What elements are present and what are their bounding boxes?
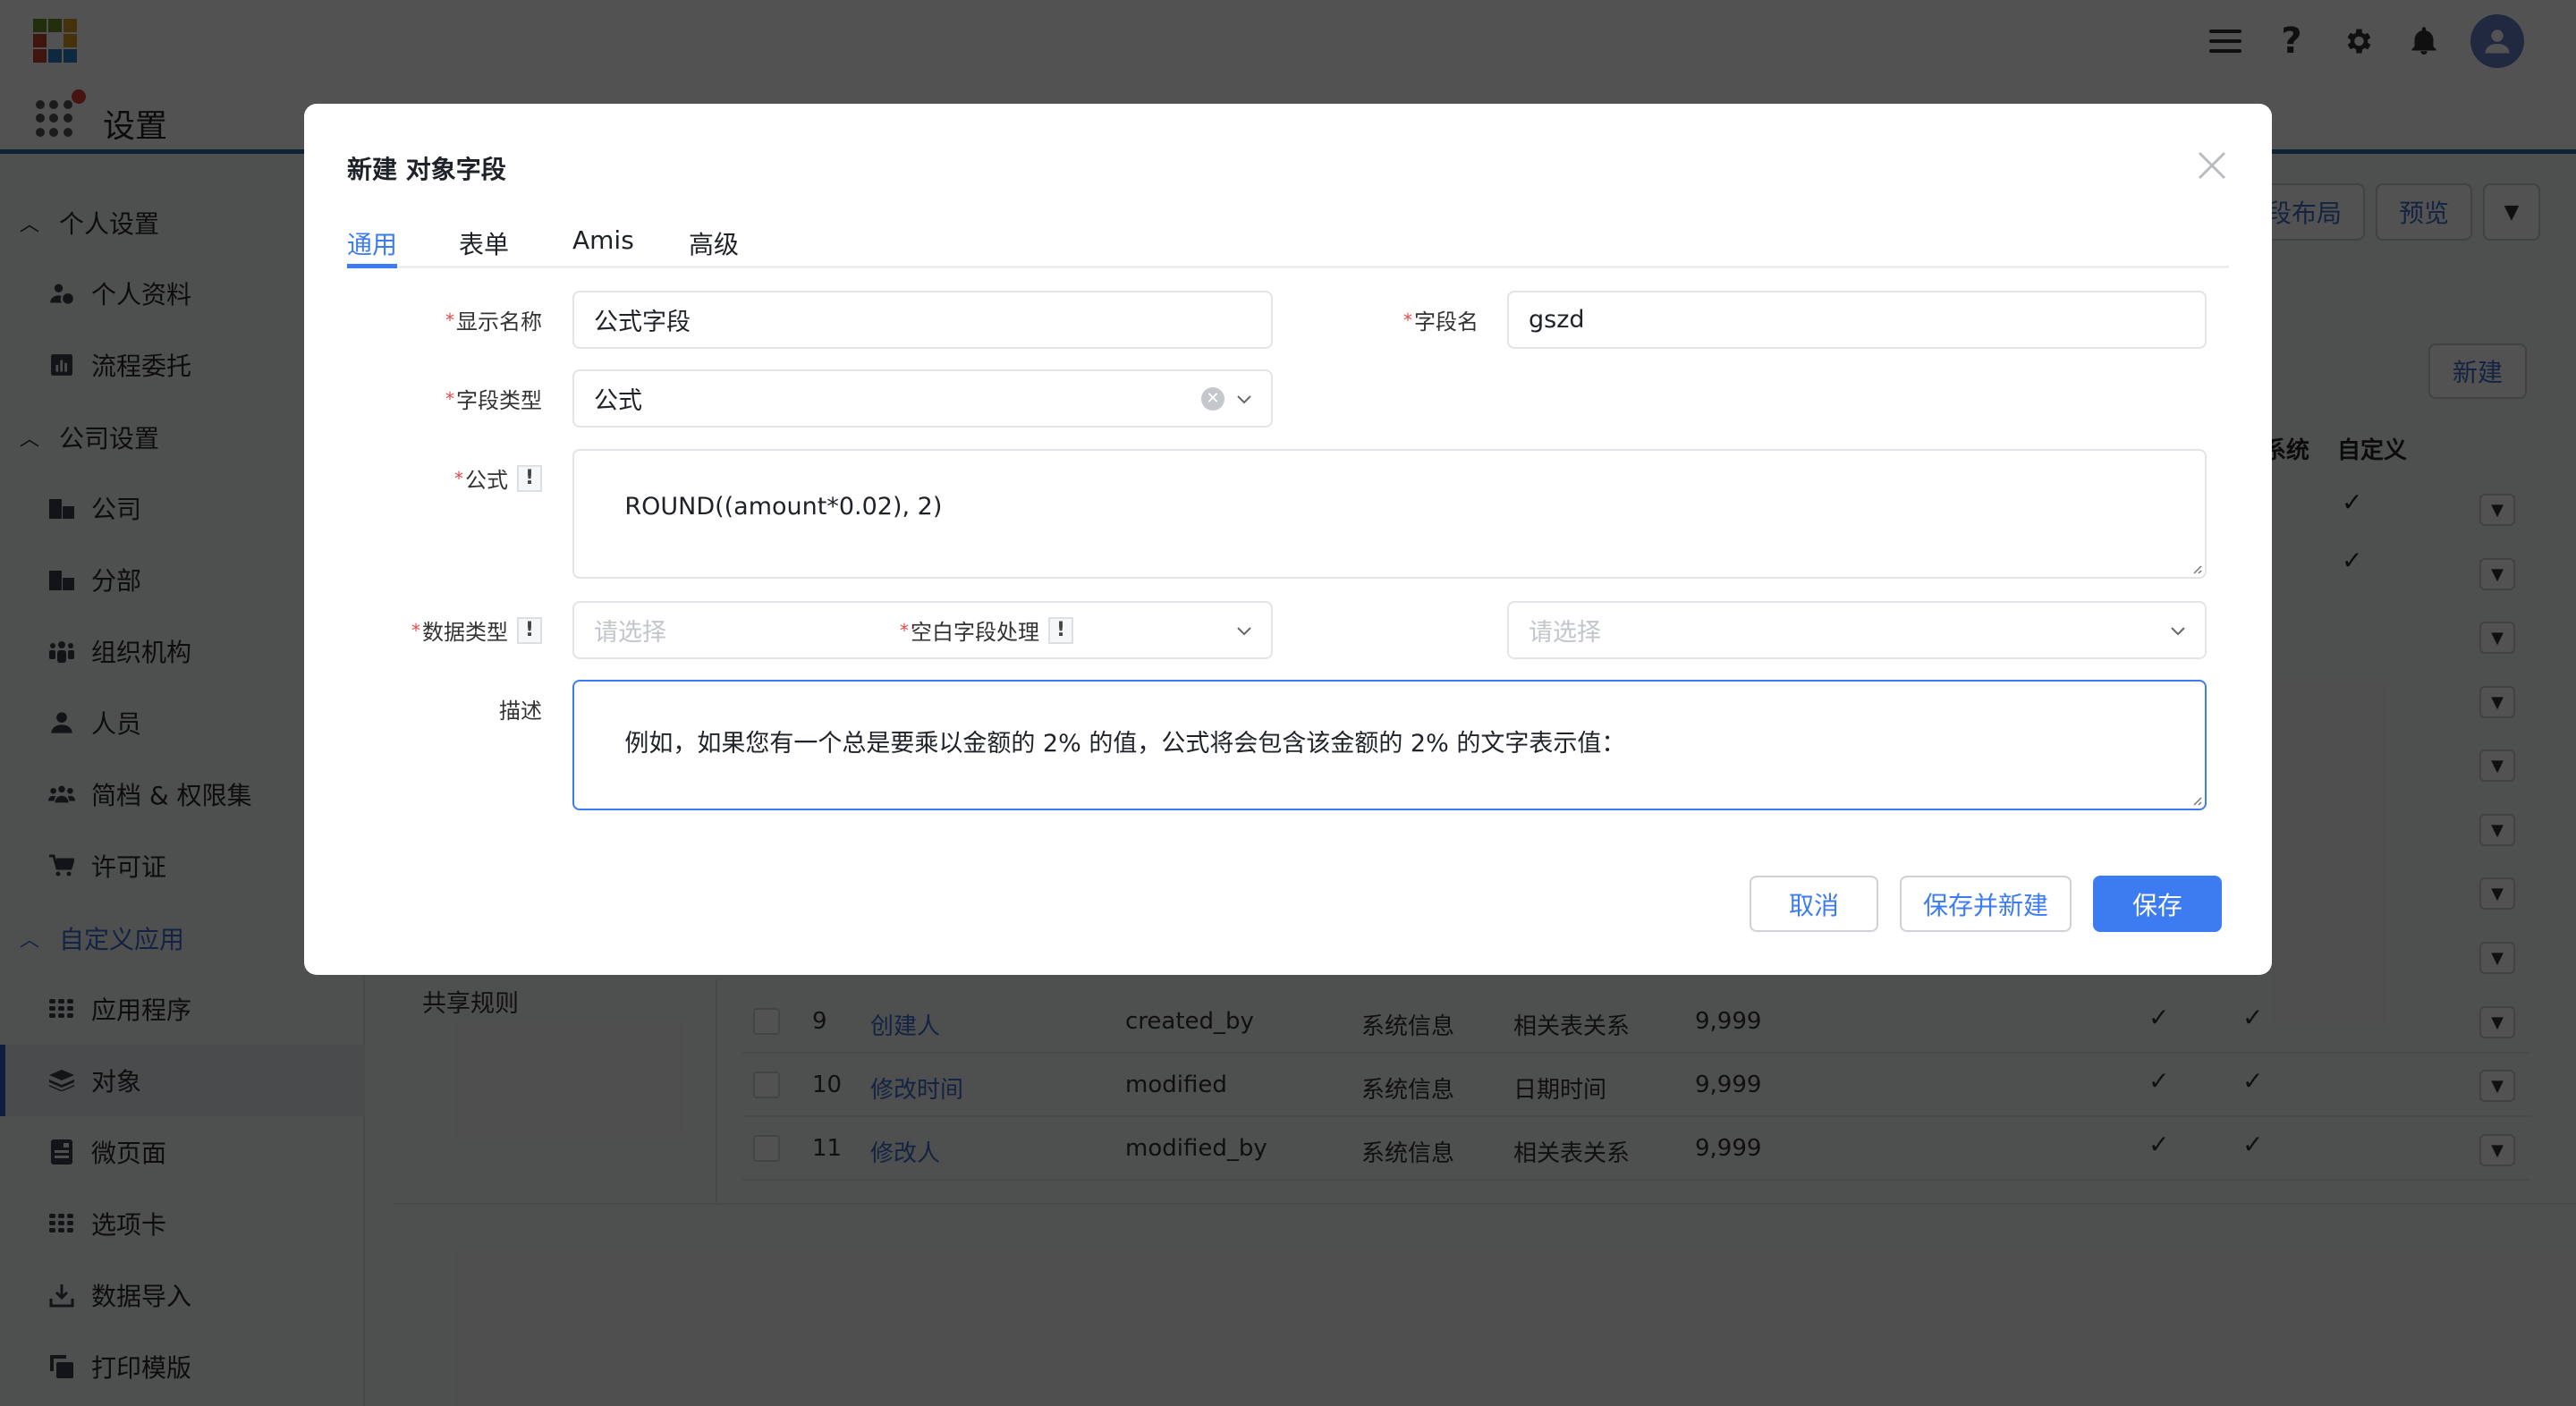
textarea-value: 例如，如果您有一个总是要乘以金额的 2% 的值，公式将会包含该金额的 2% 的文… xyxy=(624,730,1626,758)
description-label: 描述 xyxy=(499,680,542,738)
label-text: 字段类型 xyxy=(456,388,542,413)
resize-handle-icon[interactable] xyxy=(2190,562,2202,574)
close-icon[interactable] xyxy=(2197,150,2227,181)
select-placeholder: 请选择 xyxy=(594,619,666,647)
required-mark: * xyxy=(1403,309,1412,331)
data-type-label: * 数据类型 ! xyxy=(411,601,542,659)
formula-textarea[interactable]: ROUND((amount*0.02), 2) xyxy=(572,449,2207,579)
description-textarea[interactable]: 例如，如果您有一个总是要乘以金额的 2% 的值，公式将会包含该金额的 2% 的文… xyxy=(572,680,2207,810)
display-name-label: * 显示名称 xyxy=(445,291,542,349)
label-text: 空白字段处理 xyxy=(911,620,1039,645)
tab-advanced[interactable]: 高级 xyxy=(689,225,739,261)
info-icon[interactable]: ! xyxy=(1048,616,1073,644)
new-field-dialog: 新建 对象字段 通用 表单 Amis 高级 * 显示名称 公式字段 * 字段名 … xyxy=(304,104,2272,975)
save-and-new-button[interactable]: 保存并新建 xyxy=(1900,876,2072,932)
field-type-select[interactable]: 公式 ✕ xyxy=(572,369,1273,428)
label-text: 数据类型 xyxy=(422,620,508,645)
chevron-down-icon xyxy=(2171,626,2185,635)
blank-handling-label: * 空白字段处理 ! xyxy=(900,601,1073,659)
dialog-title: 新建 对象字段 xyxy=(347,155,506,184)
display-name-input[interactable]: 公式字段 xyxy=(572,291,1273,349)
select-placeholder: 请选择 xyxy=(1529,619,1601,647)
save-button[interactable]: 保存 xyxy=(2093,876,2222,932)
label-text: 字段名 xyxy=(1414,309,1479,335)
select-value: 公式 xyxy=(594,387,642,415)
info-icon[interactable]: ! xyxy=(517,616,542,644)
info-icon[interactable]: ! xyxy=(517,464,542,492)
textarea-value: ROUND((amount*0.02), 2) xyxy=(624,493,943,521)
blank-handling-select[interactable]: 请选择 xyxy=(1507,601,2207,659)
label-text: 公式 xyxy=(465,468,508,493)
tab-general[interactable]: 通用 xyxy=(347,225,397,261)
tab-form[interactable]: 表单 xyxy=(459,225,509,261)
field-name-label: * 字段名 xyxy=(1403,291,1479,349)
required-mark: * xyxy=(445,387,454,410)
resize-handle-icon[interactable] xyxy=(2190,793,2202,806)
chevron-down-icon xyxy=(1237,394,1251,403)
cancel-button[interactable]: 取消 xyxy=(1750,876,1878,932)
required-mark: * xyxy=(445,309,454,331)
required-mark: * xyxy=(454,467,463,489)
tab-amis[interactable]: Amis xyxy=(572,225,634,255)
label-text: 描述 xyxy=(499,699,542,724)
required-mark: * xyxy=(411,619,420,641)
clear-icon[interactable]: ✕ xyxy=(1201,386,1224,411)
field-type-label: * 字段类型 xyxy=(445,369,542,428)
dialog-tabs: 通用 表单 Amis 高级 xyxy=(347,215,2229,268)
chevron-down-icon xyxy=(1237,626,1251,635)
field-name-input[interactable]: gszd xyxy=(1507,291,2207,349)
formula-label: * 公式 ! xyxy=(454,449,542,507)
required-mark: * xyxy=(900,619,909,641)
label-text: 显示名称 xyxy=(456,309,542,335)
active-tab-indicator xyxy=(347,264,397,268)
